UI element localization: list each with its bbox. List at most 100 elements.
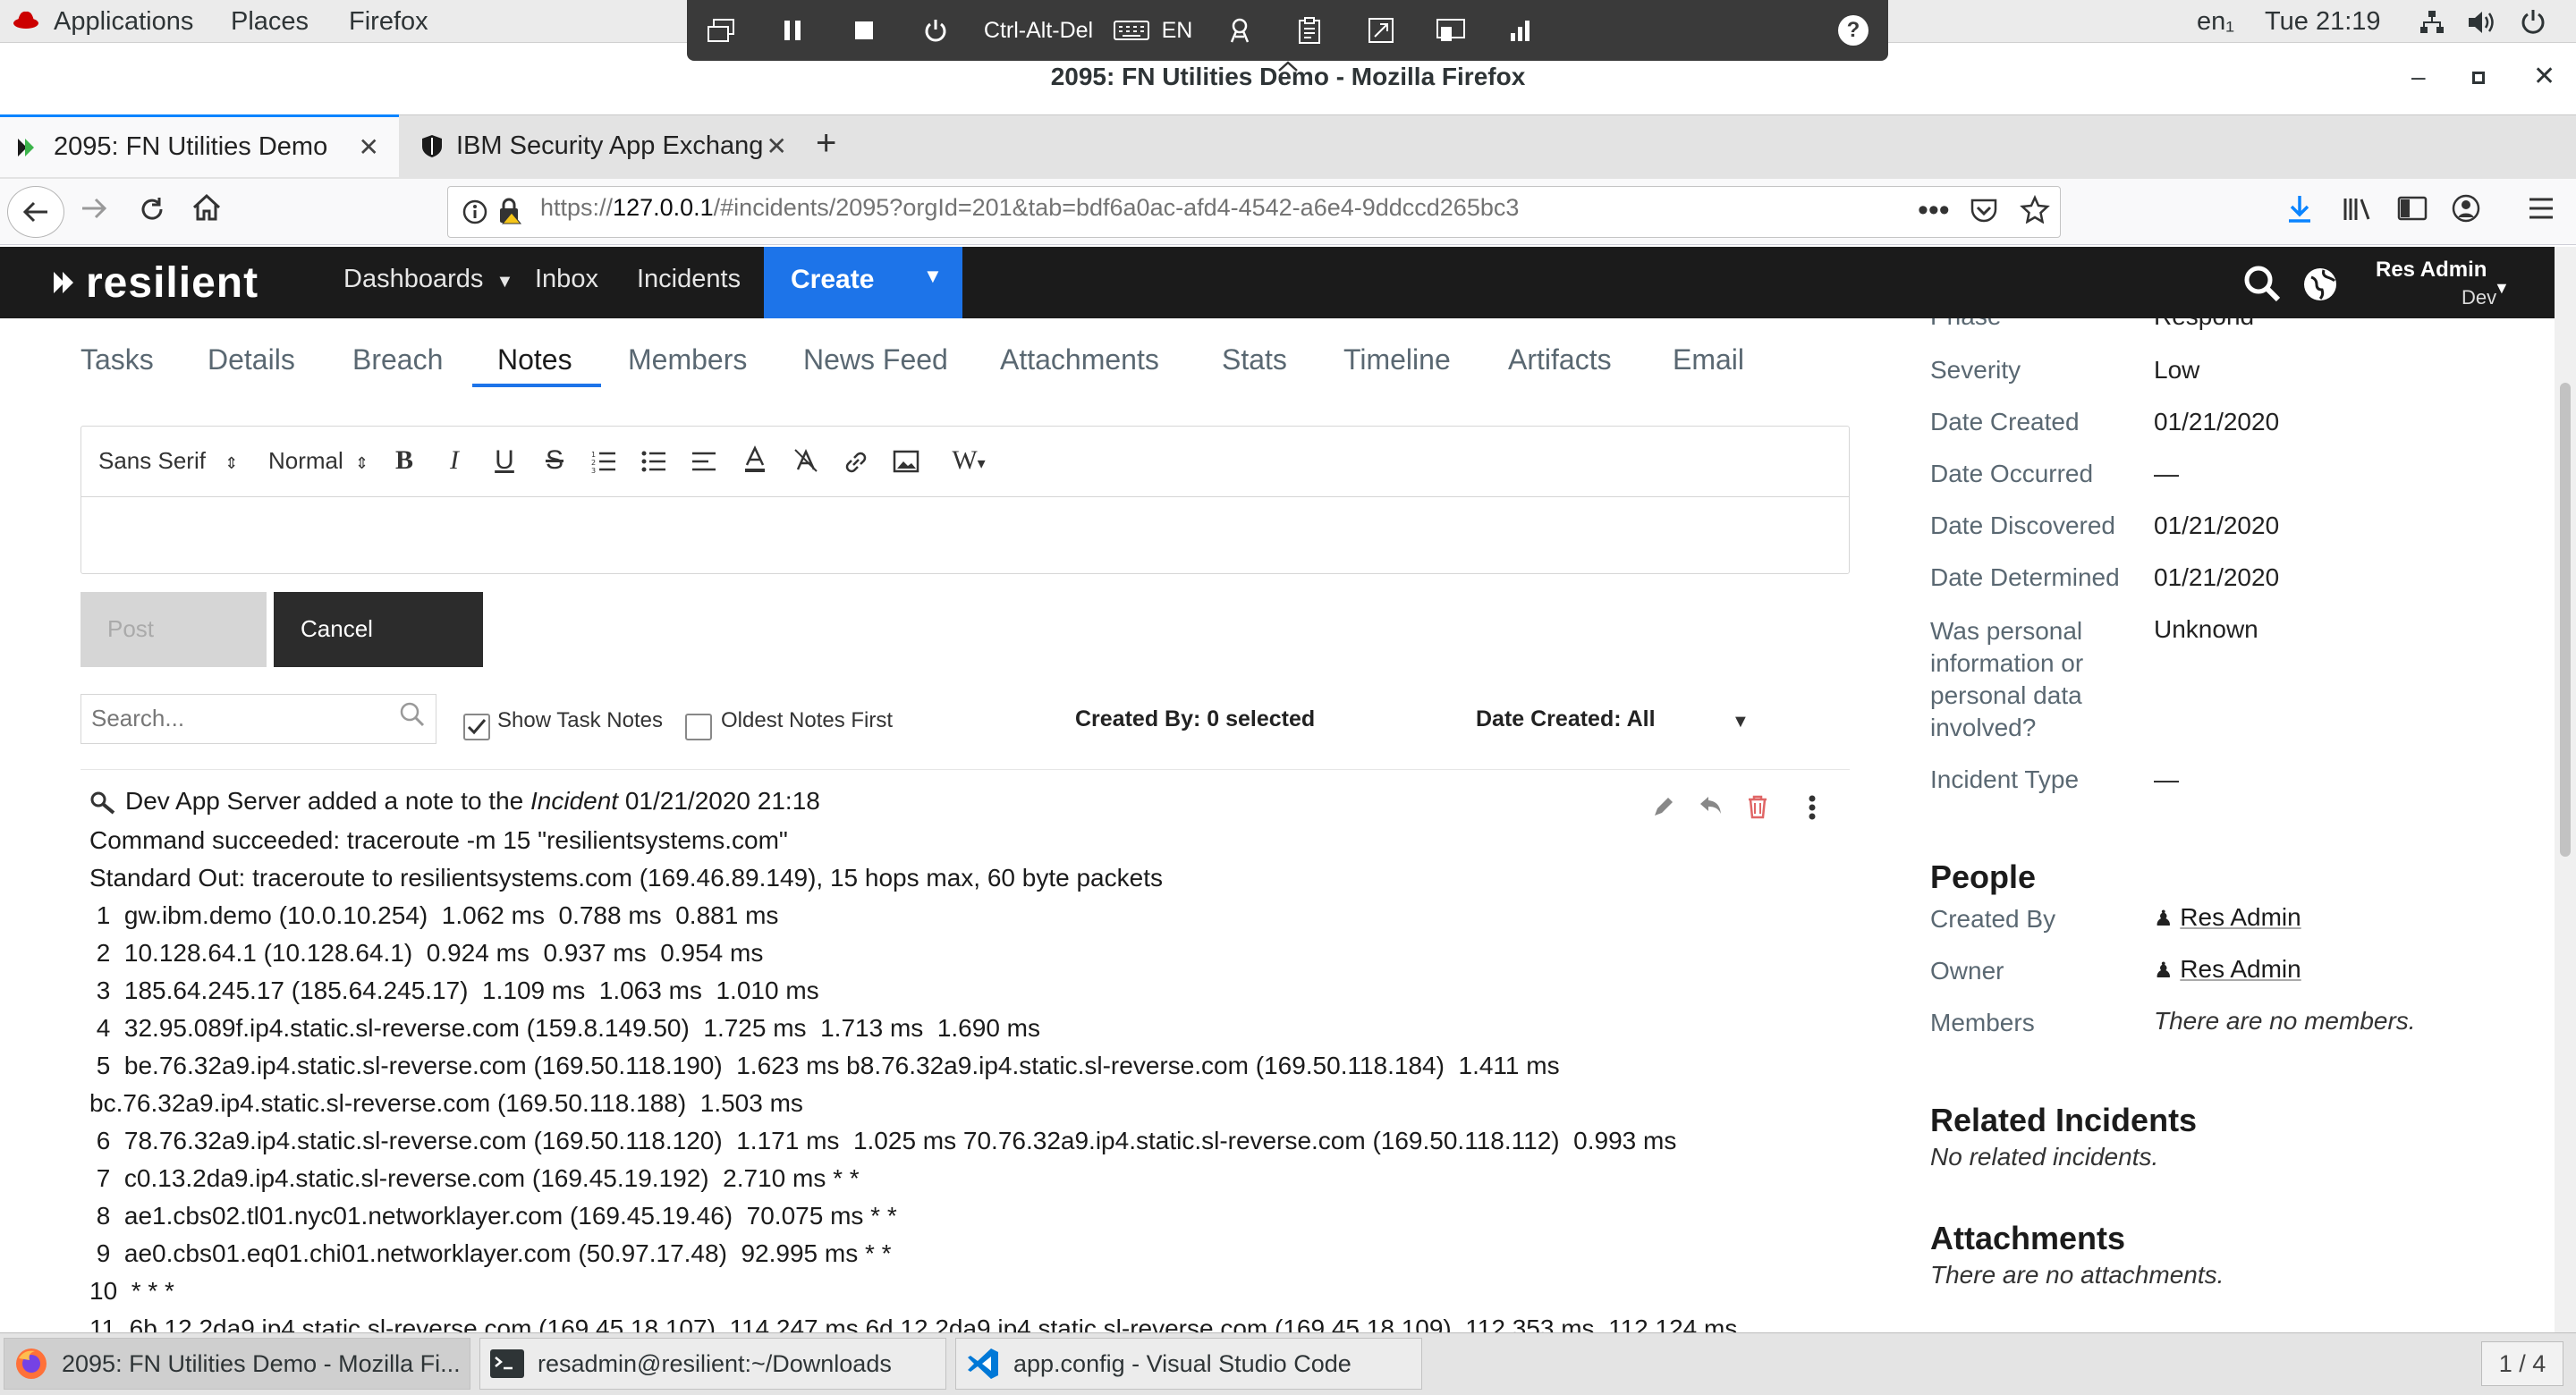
cancel-button[interactable]: Cancel [274,592,483,667]
downloads-icon[interactable] [2286,193,2313,224]
text-color-icon[interactable] [742,445,767,474]
applications-menu[interactable]: Applications [54,5,193,38]
tab-ibm-app-exchange[interactable]: IBM Security App Exchang ✕ [404,114,803,177]
user-agent-icon[interactable] [1222,13,1258,48]
show-task-notes-label[interactable]: Show Task Notes [497,708,663,733]
ordered-list-icon[interactable]: 123 [590,449,617,474]
font-size-select[interactable]: Normal ⇕ [268,447,369,475]
clipboard-icon[interactable] [1292,13,1327,48]
created-by-filter[interactable]: Created By: 0 selected [1075,706,1315,732]
clear-format-icon[interactable] [792,447,819,474]
delete-note-icon[interactable] [1746,794,1769,819]
post-button[interactable]: Post [80,592,267,667]
pause-icon[interactable] [775,13,810,48]
search-icon[interactable] [399,701,426,728]
user-menu-caret-icon[interactable]: ▼ [2494,279,2510,298]
tab-tasks[interactable]: Tasks [80,343,154,376]
globe-icon[interactable] [2302,266,2338,302]
stop-icon[interactable] [846,13,882,48]
nav-dashboards[interactable]: Dashboards ▼ [343,265,513,294]
show-task-notes-checkbox[interactable] [463,714,490,740]
date-created-filter[interactable]: Date Created: All [1476,706,1656,732]
oldest-first-label[interactable]: Oldest Notes First [721,708,893,733]
wiki-icon[interactable]: W▾ [937,445,1000,478]
tab-fn-utilities[interactable]: 2095: FN Utilities Demo ✕ [0,114,399,177]
display-icon[interactable] [1433,13,1469,48]
tab-news-feed[interactable]: News Feed [803,343,948,376]
created-by-person[interactable]: ♟ Res Admin [2154,903,2301,932]
link-icon[interactable] [843,449,869,476]
tab-artifacts[interactable]: Artifacts [1508,343,1612,376]
url-text[interactable]: https://127.0.0.1/#incidents/2095?orgId=… [540,194,1519,222]
user-name[interactable]: Res Admin [2376,258,2487,283]
new-tab-icon[interactable]: + [816,123,836,164]
sidebar-icon[interactable] [2397,195,2428,222]
help-icon[interactable]: ? [1837,13,1869,48]
back-button[interactable] [7,186,64,238]
resize-icon[interactable] [1363,13,1399,48]
pocket-icon[interactable] [1970,197,1998,224]
bookmark-star-icon[interactable] [2020,195,2050,224]
tab-notes[interactable]: Notes [497,343,572,376]
note-text-area[interactable] [82,499,1848,572]
user-org[interactable]: Dev [2462,286,2496,309]
ctrl-alt-del-button[interactable]: Ctrl-Alt-Del [979,13,1098,48]
stats-icon[interactable] [1503,13,1538,48]
resilient-logo[interactable]: resilient [50,256,258,308]
window-switch-icon[interactable] [703,13,739,48]
vm-power-icon[interactable] [918,13,953,48]
nav-inbox[interactable]: Inbox [535,265,598,294]
tab-details[interactable]: Details [208,343,295,376]
search-icon[interactable] [2243,265,2281,302]
page-actions-icon[interactable]: ••• [1918,193,1950,228]
firefox-menu[interactable]: Firefox [349,5,428,38]
workspace-pager[interactable]: 1 / 4 [2481,1341,2563,1386]
bold-icon[interactable]: B [386,445,422,478]
reply-note-icon[interactable] [1698,794,1724,817]
taskbar-item-terminal[interactable]: resadmin@resilient:~/Downloads [479,1338,946,1390]
create-dropdown-icon[interactable]: ▼ [923,265,943,288]
taskbar-item-firefox[interactable]: 2095: FN Utilities Demo - Mozilla Fi... [4,1338,470,1390]
close-window-button[interactable]: ✕ [2533,61,2555,92]
image-icon[interactable] [893,449,919,474]
nav-incidents[interactable]: Incidents [637,265,741,294]
language-indicator[interactable]: en₁ [2197,5,2234,38]
keyboard-layout[interactable]: EN [1159,13,1195,48]
note-more-icon[interactable] [1807,794,1818,821]
hamburger-menu-icon[interactable] [2528,197,2555,220]
tab-stats[interactable]: Stats [1222,343,1287,376]
tab-members[interactable]: Members [628,343,747,376]
owner-name[interactable]: Res Admin [2180,955,2301,983]
taskbar-item-vscode[interactable]: app.config - Visual Studio Code [955,1338,1422,1390]
info-icon[interactable] [462,199,488,225]
bullet-list-icon[interactable] [640,449,667,474]
date-filter-caret-icon[interactable]: ▼ [1732,712,1750,732]
power-icon[interactable] [2519,7,2547,36]
edit-note-icon[interactable] [1651,794,1676,819]
tab-email[interactable]: Email [1673,343,1744,376]
tab-breach[interactable]: Breach [352,343,443,376]
scrollbar-thumb[interactable] [2560,383,2571,857]
strikethrough-icon[interactable]: S [537,445,572,478]
tab-timeline[interactable]: Timeline [1343,343,1451,376]
close-tab-icon[interactable]: ✕ [359,132,379,162]
insecure-lock-icon[interactable] [497,197,524,225]
oldest-first-checkbox[interactable] [685,714,712,740]
volume-icon[interactable] [2467,9,2496,36]
forward-button[interactable] [80,197,109,220]
reload-button[interactable] [138,195,166,224]
created-by-name[interactable]: Res Admin [2180,903,2301,931]
home-button[interactable] [191,193,222,222]
tab-attachments[interactable]: Attachments [1000,343,1159,376]
minimize-button[interactable]: – [2411,63,2426,91]
clock[interactable]: Tue 21:19 [2265,5,2381,38]
maximize-button[interactable] [2472,72,2485,84]
account-icon[interactable] [2451,193,2481,224]
owner-person[interactable]: ♟ Res Admin [2154,955,2301,984]
keyboard-icon[interactable] [1113,13,1150,48]
underline-icon[interactable]: U [487,445,522,478]
places-menu[interactable]: Places [231,5,309,38]
library-icon[interactable] [2342,195,2372,224]
italic-icon[interactable]: I [436,445,472,478]
align-icon[interactable] [691,449,717,474]
